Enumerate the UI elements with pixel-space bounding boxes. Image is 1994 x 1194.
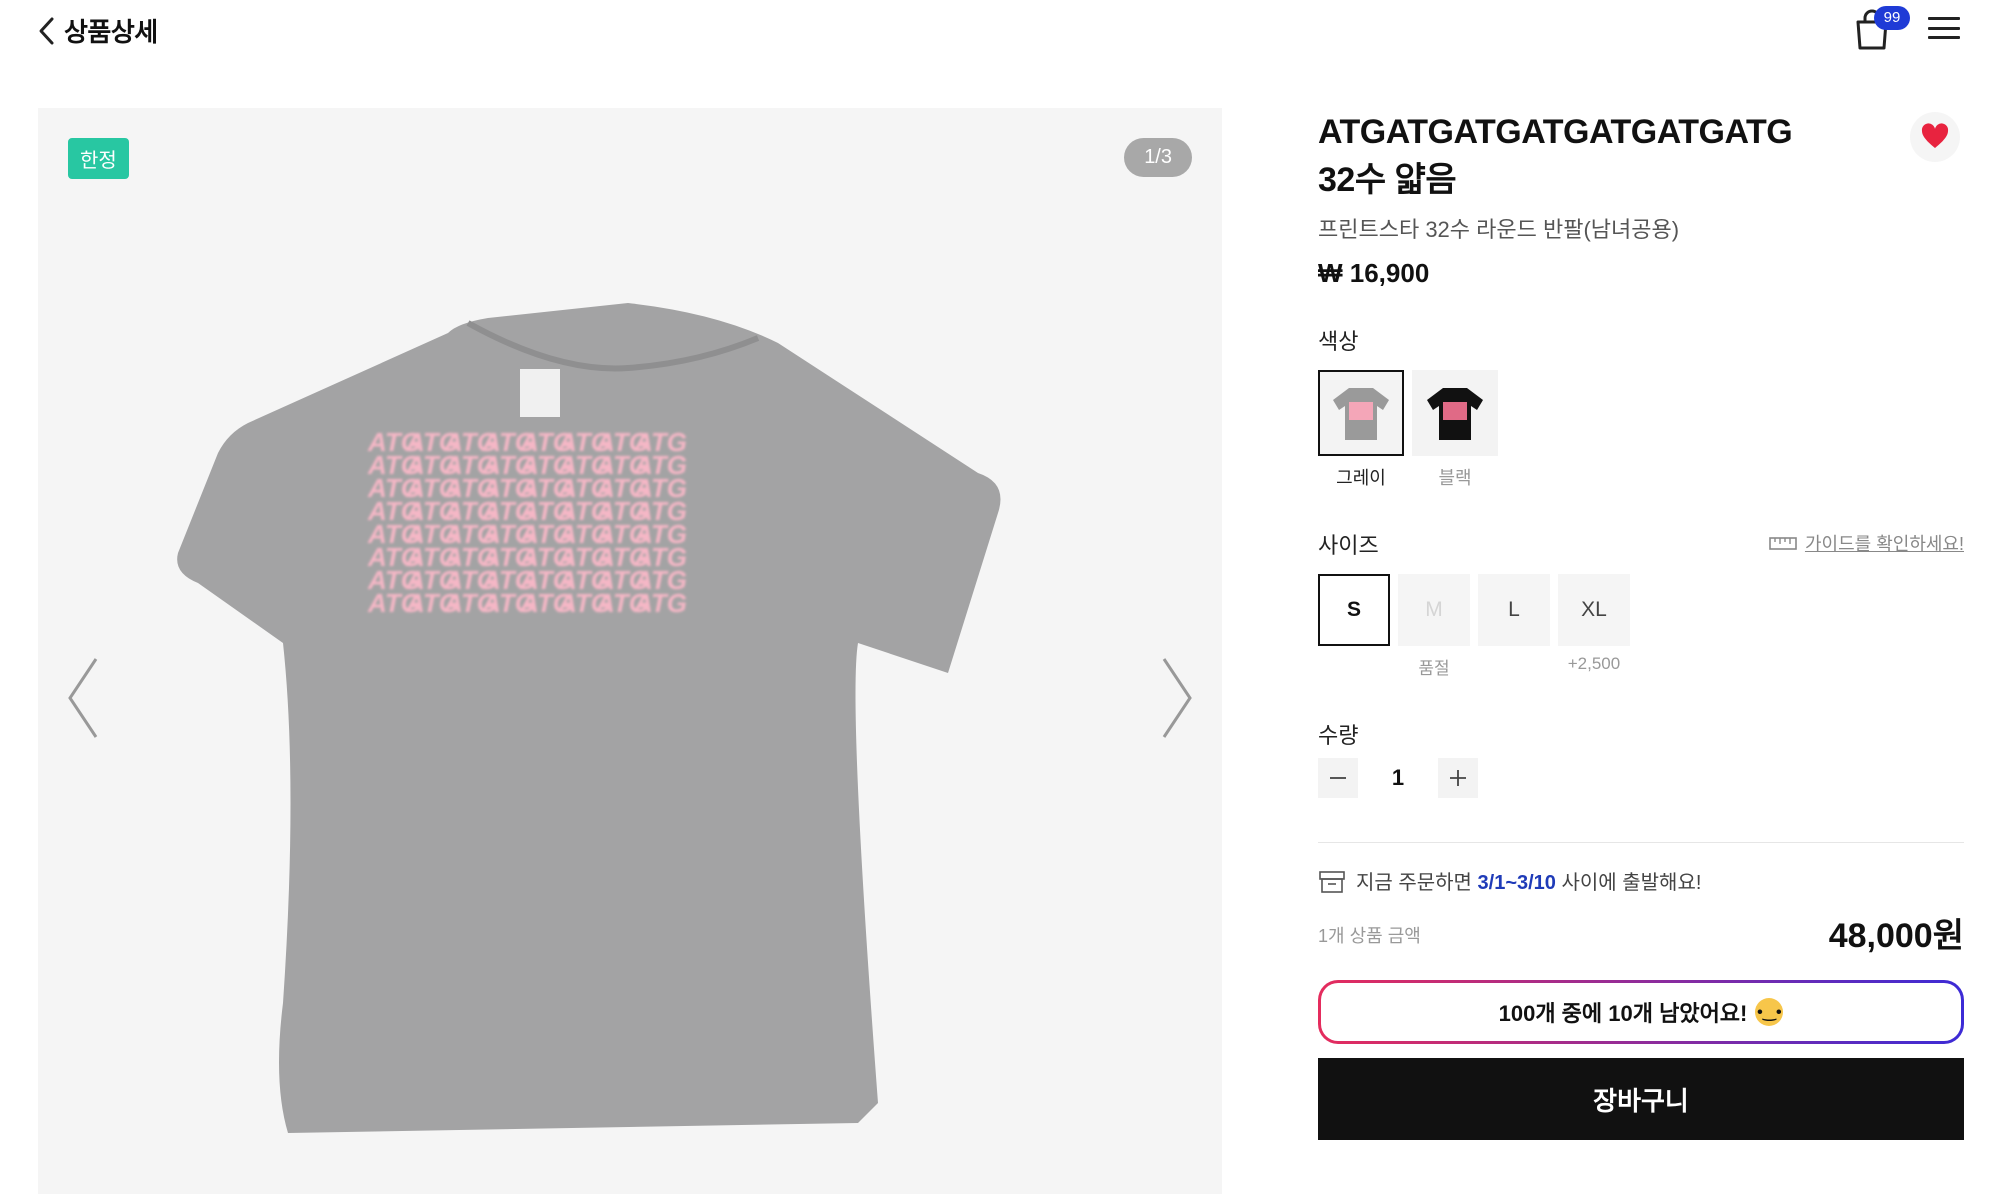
size-options: S M 품절 L XL +2,500	[1318, 574, 1630, 678]
size-guide-text: 가이드를 확인하세요!	[1804, 534, 1964, 554]
size-note	[1478, 654, 1550, 674]
color-option-black[interactable]: 블랙	[1412, 370, 1498, 490]
color-name: 블랙	[1438, 468, 1472, 488]
back-button[interactable]: 상품상세	[36, 12, 158, 49]
size-option-s[interactable]: S	[1318, 574, 1390, 674]
total-label: 1개 상품 금액	[1318, 926, 1421, 946]
chevron-left-icon	[39, 17, 54, 44]
page-title: 상품상세	[64, 17, 158, 47]
plus-icon	[1450, 770, 1466, 786]
tshirt-image: ATGATGATGATGATGATGATGATGATGATGATGATGATGA…	[177, 303, 1001, 1133]
size-note: 품절	[1418, 659, 1450, 678]
hamburger-line	[1928, 26, 1960, 30]
minus-icon	[1330, 777, 1346, 779]
color-label: 색상	[1318, 329, 1359, 354]
product-subtitle: 프린트스타 32수 라운드 반팔(남녀공용)	[1318, 217, 1680, 242]
product-title-line2: 32수 얇음	[1318, 161, 1457, 199]
product-title: ATGATGATGATGATGATGATG 32수 얇음	[1318, 108, 1838, 204]
shipping-info: 지금 주문하면 3/1~3/10 사이에 출발해요!	[1318, 866, 1701, 895]
product-price: ₩ 16,900	[1318, 258, 1430, 288]
heart-icon	[1921, 123, 1949, 148]
cart-button[interactable]: 99	[1852, 6, 1910, 52]
size-box: S	[1318, 574, 1390, 646]
product-gallery: 한정 1/3 ATG ATG ATG ATG ATG ATG ATG ATG ATG ATG ATG…	[38, 108, 1222, 1194]
shipping-dates: 3/1~3/10	[1477, 872, 1556, 894]
limited-badge: 한정	[68, 138, 129, 179]
size-label: 사이즈	[1318, 533, 1379, 558]
hamburger-line	[1928, 17, 1960, 20]
size-box: XL	[1558, 574, 1630, 646]
size-note	[1318, 654, 1390, 674]
previous-image-button[interactable]	[62, 653, 102, 743]
cart-count-badge: 99	[1874, 6, 1910, 30]
shushing-face-icon: •‿•	[1755, 998, 1784, 1026]
stock-notice: 100개 중에 10개 남았어요! •‿•	[1318, 980, 1964, 1044]
chevron-right-icon	[1162, 658, 1192, 738]
menu-button[interactable]	[1928, 14, 1960, 42]
size-option-m[interactable]: M 품절	[1398, 574, 1470, 678]
hamburger-line	[1928, 36, 1960, 39]
next-image-button[interactable]	[1158, 653, 1198, 743]
increase-button[interactable]	[1438, 758, 1478, 798]
size-box: L	[1478, 574, 1550, 646]
color-name: 그레이	[1336, 468, 1386, 488]
size-guide-link[interactable]: 가이드를 확인하세요!	[1769, 530, 1964, 556]
image-counter: 1/3	[1124, 138, 1192, 177]
divider	[1318, 842, 1964, 843]
quantity-stepper: 1	[1318, 758, 1478, 798]
product-info: ATGATGATGATGATGATGATG 32수 얇음 프린트스타 32수 라…	[1318, 108, 1964, 1140]
size-note: +2,500	[1567, 654, 1621, 673]
shirt-label	[520, 369, 560, 417]
size-option-xl[interactable]: XL +2,500	[1558, 574, 1630, 674]
size-option-l[interactable]: L	[1478, 574, 1550, 674]
print-text: ATG	[633, 588, 687, 618]
size-box: M	[1398, 574, 1470, 646]
stock-text: 100개 중에 10개 남았어요!	[1498, 1001, 1748, 1026]
shipping-text: 지금 주문하면 3/1~3/10 사이에 출발해요!	[1356, 872, 1702, 894]
quantity-label: 수량	[1318, 723, 1359, 748]
product-title-line1: ATGATGATGATGATGATGATG	[1318, 113, 1793, 151]
decrease-button[interactable]	[1318, 758, 1358, 798]
box-icon	[1319, 870, 1345, 893]
add-to-cart-button[interactable]: 장바구니	[1318, 1058, 1964, 1140]
total-price: 48,000원	[1828, 917, 1964, 955]
stock-notice-inner: 100개 중에 10개 남았어요! •‿•	[1321, 983, 1961, 1041]
chevron-left-icon	[68, 658, 98, 738]
color-thumbnail	[1318, 370, 1404, 456]
color-options: 그레이 블랙	[1318, 370, 1498, 490]
wishlist-button[interactable]	[1910, 112, 1960, 162]
color-thumbnail	[1412, 370, 1498, 456]
ruler-icon	[1769, 537, 1797, 550]
shirt-print: ATGATGATGATGATGATGATGATGATGATGATGATGATGA…	[367, 427, 687, 618]
quantity-value: 1	[1391, 765, 1405, 790]
color-option-gray[interactable]: 그레이	[1318, 370, 1404, 490]
top-bar: 상품상세 99	[0, 0, 1994, 60]
